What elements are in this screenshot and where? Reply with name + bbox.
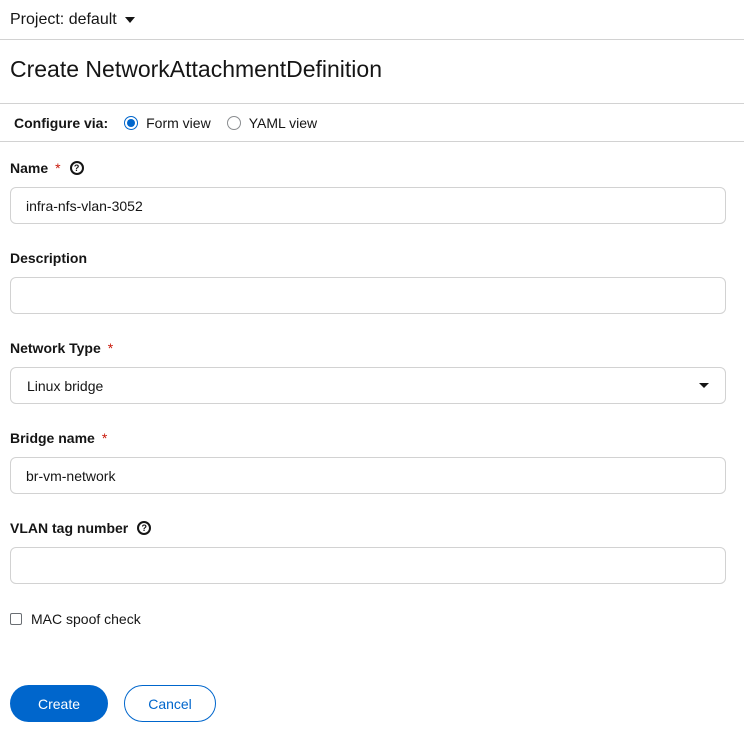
help-icon[interactable]: ? xyxy=(137,521,152,535)
configure-via-bar: Configure via: Form view YAML view xyxy=(0,103,744,142)
description-input[interactable] xyxy=(10,277,726,314)
help-icon[interactable]: ? xyxy=(69,161,84,175)
network-type-field-label: Network Type * xyxy=(10,340,113,356)
yaml-view-radio[interactable] xyxy=(226,115,241,130)
caret-down-icon xyxy=(699,383,709,388)
vlan-tag-input[interactable] xyxy=(10,547,726,584)
bridge-name-label-text: Bridge name xyxy=(10,430,95,446)
page-title: Create NetworkAttachmentDefinition xyxy=(10,56,382,82)
required-indicator: * xyxy=(55,160,61,176)
vlan-tag-label-text: VLAN tag number xyxy=(10,520,129,536)
name-field-label: Name * ? xyxy=(10,160,84,176)
caret-down-icon xyxy=(124,17,135,23)
project-label: Project: default xyxy=(10,10,117,28)
name-input[interactable] xyxy=(10,187,726,224)
description-label-text: Description xyxy=(10,250,88,266)
network-type-select[interactable]: Linux bridge xyxy=(10,367,726,404)
bridge-name-field-label: Bridge name * xyxy=(10,430,107,446)
mac-spoof-checkbox[interactable] xyxy=(10,613,22,625)
vlan-tag-field-label: VLAN tag number ? xyxy=(10,520,152,536)
yaml-view-radio-option[interactable]: YAML view xyxy=(226,114,318,131)
required-indicator: * xyxy=(107,340,114,356)
yaml-view-label: YAML view xyxy=(248,114,318,131)
required-indicator: * xyxy=(101,430,108,446)
name-label-text: Name xyxy=(10,160,49,176)
form-view-label: Form view xyxy=(146,114,211,131)
mac-spoof-check-option[interactable]: MAC spoof check xyxy=(10,611,141,627)
cancel-button[interactable]: Cancel xyxy=(124,685,216,722)
form-view-radio-option[interactable]: Form view xyxy=(124,115,211,131)
network-type-value: Linux bridge xyxy=(27,377,104,394)
form-view-radio[interactable] xyxy=(124,115,139,130)
bridge-name-input[interactable] xyxy=(10,457,726,494)
configure-via-label: Configure via: xyxy=(14,114,109,131)
create-button[interactable]: Create xyxy=(10,685,108,722)
project-selector[interactable]: Project: default xyxy=(0,0,744,40)
mac-spoof-label: MAC spoof check xyxy=(31,611,141,627)
description-field-label: Description xyxy=(10,250,87,266)
network-type-label-text: Network Type xyxy=(10,340,101,356)
